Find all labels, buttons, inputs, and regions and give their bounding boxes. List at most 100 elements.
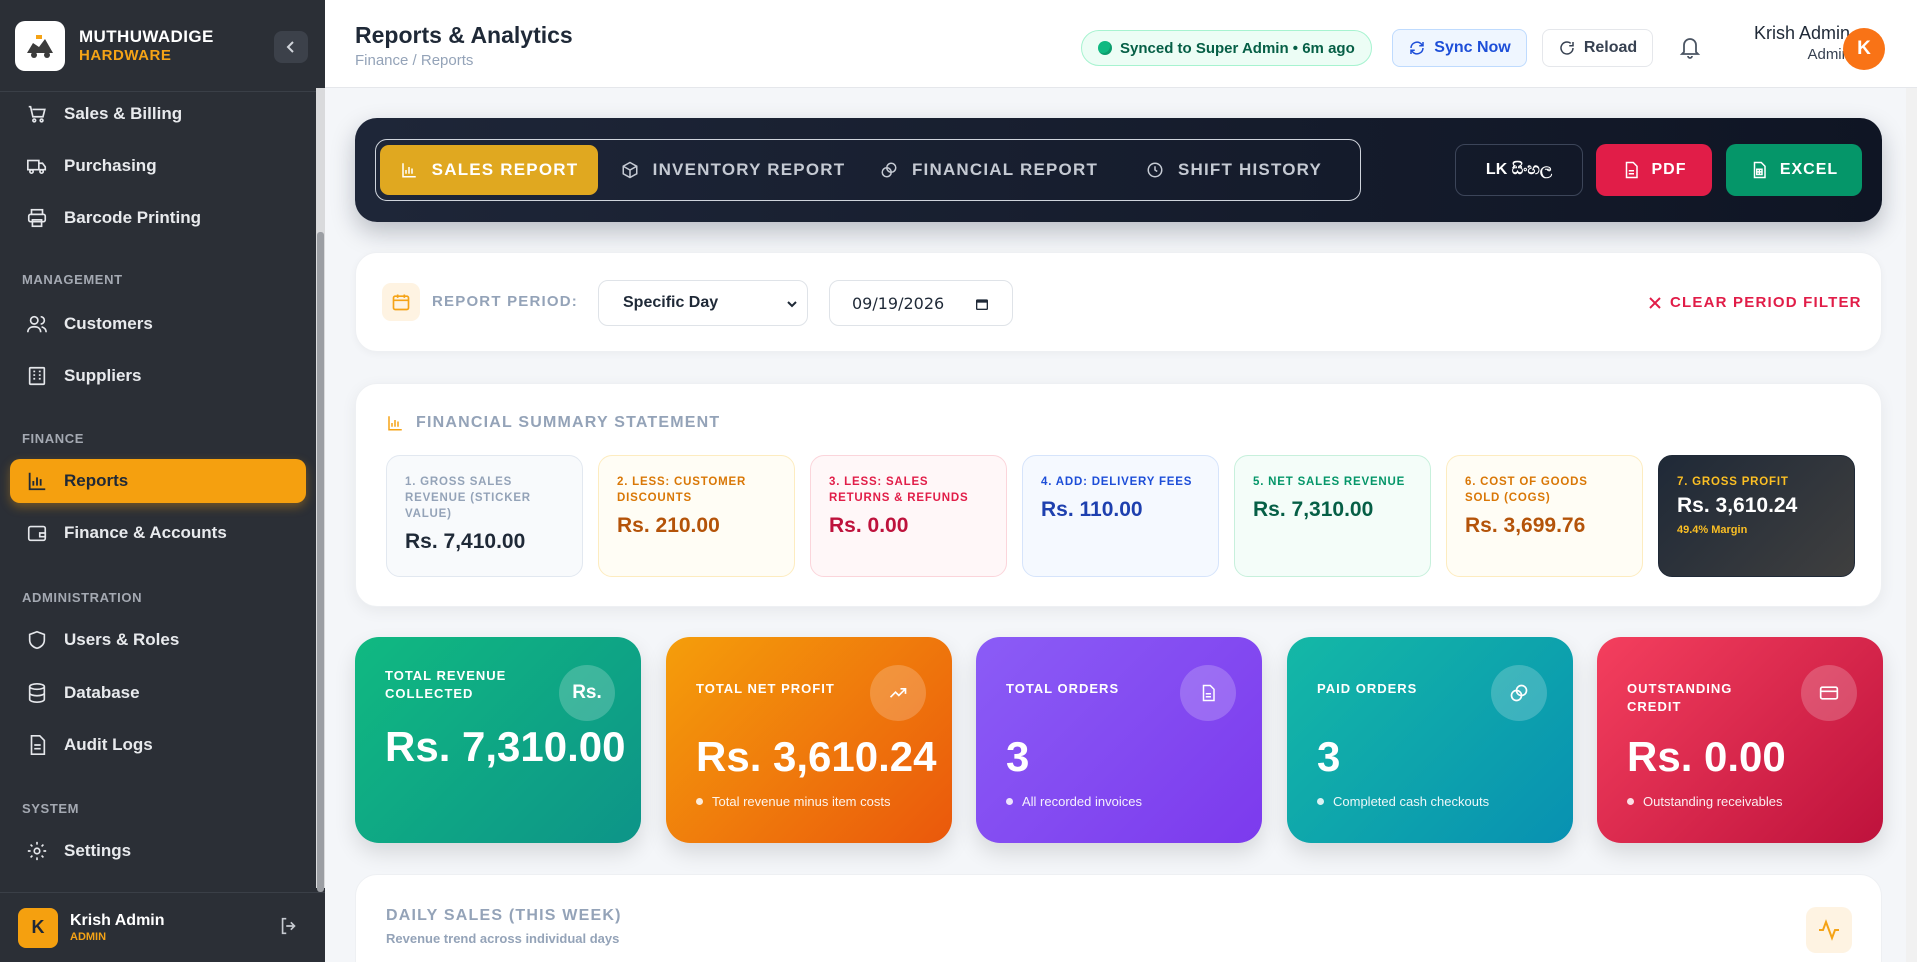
wallet-icon	[27, 525, 47, 542]
credit-card-icon	[1801, 665, 1857, 721]
report-tabs: SALES REPORT INVENTORY REPORT FINANCIAL …	[375, 139, 1361, 201]
logout-button[interactable]	[278, 915, 300, 942]
sidebar-item-finance-accounts[interactable]: Finance & Accounts	[10, 511, 306, 555]
bar-chart-icon	[28, 472, 46, 491]
section-management: MANAGEMENT	[22, 272, 123, 287]
kpi-paid-orders: PAID ORDERS 3 Completed cash checkouts	[1287, 637, 1573, 843]
coins-icon	[881, 162, 897, 178]
sidebar-item-label: Sales & Billing	[64, 104, 183, 123]
summary-card-label: 6. COST OF GOODS SOLD (COGS)	[1465, 476, 1588, 505]
sidebar-scrollbar-thumb[interactable]	[317, 232, 324, 892]
clear-period-filter-label: CLEAR PERIOD FILTER	[1670, 294, 1862, 311]
summary-card-returns-refunds: 3. LESS: SALES RETURNS & REFUNDS Rs. 0.0…	[810, 455, 1007, 577]
calendar-picker-icon[interactable]	[974, 296, 990, 312]
kpi-total-orders: TOTAL ORDERS 3 All recorded invoices	[976, 637, 1262, 843]
tab-sales-report[interactable]: SALES REPORT	[380, 145, 598, 195]
report-toolbar: SALES REPORT INVENTORY REPORT FINANCIAL …	[355, 118, 1882, 222]
reload-button[interactable]: Reload	[1542, 29, 1653, 67]
file-icon	[1625, 161, 1638, 179]
tab-inventory-report[interactable]: INVENTORY REPORT	[608, 145, 858, 195]
sidebar-item-label: Reports	[64, 471, 129, 490]
brand-name: MUTHUWADIGE	[79, 27, 214, 47]
financial-summary-title: FINANCIAL SUMMARY STATEMENT	[386, 414, 720, 432]
coins-icon	[1491, 665, 1547, 721]
sidebar-item-settings[interactable]: Settings	[10, 829, 306, 873]
sidebar-item-label: Finance & Accounts	[64, 523, 227, 542]
header-user[interactable]: Krish Admin Admin	[1730, 22, 1850, 65]
sidebar-user-role: ADMIN	[70, 930, 107, 943]
box-icon	[622, 161, 638, 179]
printer-icon	[27, 208, 47, 228]
sync-now-button[interactable]: Sync Now	[1392, 29, 1527, 67]
header-user-name: Krish Admin	[1753, 23, 1850, 43]
tab-label: INVENTORY REPORT	[652, 160, 846, 179]
avatar[interactable]: K	[1843, 28, 1885, 70]
reload-icon	[1560, 41, 1574, 55]
summary-card-label: 7. GROSS PROFIT	[1677, 476, 1789, 488]
summary-card-value: Rs. 210.00	[617, 514, 720, 538]
sidebar-item-purchasing[interactable]: Purchasing	[10, 144, 306, 188]
summary-card-label: 4. ADD: DELIVERY FEES	[1041, 476, 1193, 488]
bar-chart-icon	[388, 416, 402, 431]
sidebar-item-users-roles[interactable]: Users & Roles	[10, 618, 306, 662]
sidebar-item-suppliers[interactable]: Suppliers	[10, 354, 306, 398]
brand-subtitle: HARDWARE	[79, 46, 172, 64]
tab-label: FINANCIAL REPORT	[911, 160, 1099, 179]
sidebar-item-label: Barcode Printing	[64, 208, 201, 227]
sidebar: MUTHUWADIGE HARDWARE Sales & Billing Pur…	[0, 0, 325, 962]
language-toggle-button[interactable]: LK සිංහල	[1455, 144, 1583, 196]
summary-card-net-sales: 5. NET SALES REVENUE Rs. 7,310.00	[1234, 455, 1431, 577]
sidebar-item-sales-billing[interactable]: Sales & Billing	[10, 92, 306, 136]
sidebar-item-label: Database	[64, 683, 140, 702]
sidebar-nav: Sales & Billing Purchasing Barcode Print…	[0, 92, 317, 892]
period-mode-select[interactable]: Specific Day	[598, 280, 808, 326]
kpi-note: Total revenue minus item costs	[696, 794, 890, 809]
summary-card-value: Rs. 7,410.00	[405, 530, 526, 554]
sidebar-item-database[interactable]: Database	[10, 671, 306, 715]
kpi-label: TOTAL ORDERS	[1006, 681, 1120, 696]
financial-summary: FINANCIAL SUMMARY STATEMENT 1. GROSS SAL…	[355, 383, 1882, 607]
notifications-button[interactable]	[1678, 34, 1702, 65]
sidebar-item-barcode-printing[interactable]: Barcode Printing	[10, 196, 306, 240]
summary-card-value: Rs. 3,610.24	[1677, 494, 1798, 518]
export-pdf-button[interactable]: PDF	[1596, 144, 1712, 196]
summary-card-label: 1. GROSS SALES REVENUE (STICKER VALUE)	[405, 476, 531, 521]
avatar: K	[18, 907, 58, 948]
tab-shift-history[interactable]: SHIFT HISTORY	[1120, 145, 1348, 195]
kpi-note: Outstanding receivables	[1627, 794, 1782, 809]
export-excel-button[interactable]: EXCEL	[1726, 144, 1862, 196]
sidebar-item-reports[interactable]: Reports	[10, 459, 306, 503]
refresh-icon	[1410, 41, 1425, 55]
bell-icon	[1679, 38, 1701, 59]
spreadsheet-icon	[1753, 161, 1766, 179]
sidebar-item-audit-logs[interactable]: Audit Logs	[10, 723, 306, 767]
kpi-value: Rs. 3,610.24	[696, 733, 937, 780]
sidebar-item-label: Settings	[64, 841, 132, 860]
kpi-label: TOTAL REVENUE COLLECTED	[385, 668, 507, 702]
summary-card-gross-sales: 1. GROSS SALES REVENUE (STICKER VALUE) R…	[386, 455, 583, 577]
collapse-sidebar-button[interactable]	[274, 31, 308, 63]
kpi-total-net-profit: TOTAL NET PROFIT Rs. 3,610.24 Total reve…	[666, 637, 952, 843]
document-icon	[1180, 665, 1236, 721]
kpi-total-revenue: TOTAL REVENUE COLLECTED Rs. Rs. 7,310.00	[355, 637, 641, 843]
kpi-label: TOTAL NET PROFIT	[696, 681, 835, 696]
tab-financial-report[interactable]: FINANCIAL REPORT	[878, 145, 1100, 195]
sidebar-item-customers[interactable]: Customers	[10, 302, 306, 346]
document-icon	[30, 735, 46, 755]
summary-card-gross-profit: 7. GROSS PROFIT Rs. 3,610.24 49.4% Margi…	[1658, 455, 1855, 577]
clear-period-filter-button[interactable]: CLEAR PERIOD FILTER	[1648, 294, 1862, 311]
summary-card-margin: 49.4% Margin	[1677, 524, 1748, 537]
logout-icon	[281, 917, 296, 935]
truck-icon	[27, 159, 47, 174]
page-scrollbar[interactable]	[1906, 88, 1917, 962]
sync-now-label: Sync Now	[1434, 39, 1511, 56]
period-date-value: 09/19/2026	[852, 293, 945, 313]
sidebar-user: K Krish Admin ADMIN	[0, 892, 325, 962]
summary-card-label: 2. LESS: CUSTOMER DISCOUNTS	[617, 476, 747, 505]
clock-icon	[1147, 162, 1163, 178]
page-title: Reports & Analytics	[355, 22, 573, 48]
period-date-input[interactable]: 09/19/2026	[829, 280, 1013, 326]
kpi-value: 3	[1006, 733, 1030, 780]
kpi-label: PAID ORDERS	[1317, 681, 1418, 696]
kpi-value: 3	[1317, 733, 1341, 780]
